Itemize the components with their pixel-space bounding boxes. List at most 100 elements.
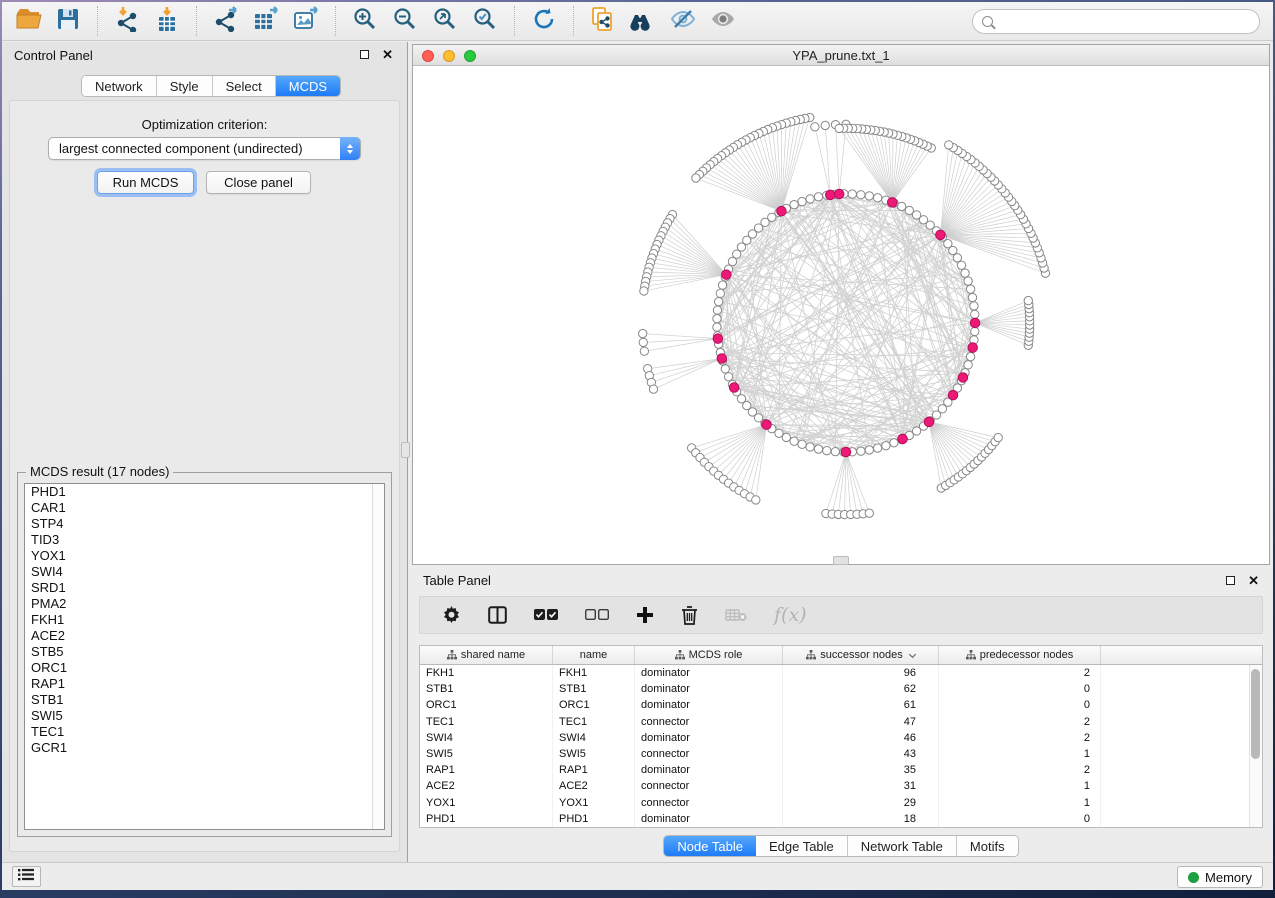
mcds-result-item[interactable]: ACE2 xyxy=(25,628,384,644)
zoom-in-button[interactable] xyxy=(345,5,385,37)
new-network-from-selection-button[interactable] xyxy=(583,5,623,37)
zoom-fit-button[interactable] xyxy=(425,5,465,37)
tab-select[interactable]: Select xyxy=(213,76,276,96)
mcds-result-item[interactable]: ORC1 xyxy=(25,660,384,676)
cell: STB1 xyxy=(553,681,635,697)
mcds-result-item[interactable]: SWI5 xyxy=(25,708,384,724)
select-all-rows-icon[interactable] xyxy=(534,609,558,621)
table-row[interactable]: RAP1RAP1dominator352 xyxy=(420,762,1262,778)
mcds-result-item[interactable]: STB5 xyxy=(25,644,384,660)
table-row[interactable]: ORC1ORC1dominator610 xyxy=(420,697,1262,713)
cell: dominator xyxy=(635,762,783,778)
cell: 2 xyxy=(939,730,1101,746)
column-header-successor-nodes[interactable]: successor nodes xyxy=(783,646,939,664)
table-row[interactable]: ACE2ACE2connector311 xyxy=(420,778,1262,794)
deselect-all-rows-icon[interactable] xyxy=(585,609,609,621)
delete-table-icon[interactable] xyxy=(725,608,747,622)
table-row[interactable]: FKH1FKH1dominator962 xyxy=(420,665,1262,681)
column-view-icon[interactable] xyxy=(488,606,507,624)
open-file-button[interactable] xyxy=(8,5,48,37)
mcds-result-item[interactable]: SWI4 xyxy=(25,564,384,580)
network-view-window: YPA_prune.txt_1 xyxy=(412,44,1270,565)
network-canvas[interactable] xyxy=(413,66,1269,564)
mcds-result-item[interactable]: TID3 xyxy=(25,532,384,548)
search-icon xyxy=(982,16,993,27)
zoom-out-button[interactable] xyxy=(385,5,425,37)
zoom-selected-button[interactable] xyxy=(465,5,505,37)
add-column-icon[interactable] xyxy=(636,606,654,624)
column-header-name[interactable]: name xyxy=(553,646,635,664)
mcds-result-item[interactable]: FKH1 xyxy=(25,612,384,628)
table-tab-node-table[interactable]: Node Table xyxy=(664,836,756,856)
export-table-icon xyxy=(253,6,280,37)
cell: 96 xyxy=(783,665,939,681)
tab-style[interactable]: Style xyxy=(157,76,213,96)
mcds-list-scrollbar[interactable] xyxy=(372,484,384,829)
run-mcds-button[interactable]: Run MCDS xyxy=(97,171,194,194)
mcds-result-item[interactable]: PMA2 xyxy=(25,596,384,612)
mcds-result-item[interactable]: PHD1 xyxy=(25,484,384,500)
table-row[interactable]: STB1STB1dominator620 xyxy=(420,681,1262,697)
import-network-button[interactable] xyxy=(107,5,147,37)
hide-selected-button[interactable] xyxy=(663,5,703,37)
export-network-button[interactable] xyxy=(206,5,246,37)
cell: 2 xyxy=(939,665,1101,681)
mcds-result-item[interactable]: STB1 xyxy=(25,692,384,708)
mcds-result-item[interactable]: RAP1 xyxy=(25,676,384,692)
first-neighbors-button[interactable] xyxy=(623,5,663,37)
cell: ORC1 xyxy=(420,697,553,713)
save-button[interactable] xyxy=(48,5,88,37)
float-table-panel-icon[interactable] xyxy=(1226,576,1235,585)
table-scrollbar[interactable] xyxy=(1249,665,1262,827)
tab-network[interactable]: Network xyxy=(82,76,157,96)
memory-button[interactable]: Memory xyxy=(1177,866,1263,888)
mcds-result-item[interactable]: GCR1 xyxy=(25,740,384,756)
column-header-shared-name[interactable]: shared name xyxy=(420,646,553,664)
table-row[interactable]: TEC1TEC1connector472 xyxy=(420,714,1262,730)
open-file-icon xyxy=(15,7,42,36)
export-table-button[interactable] xyxy=(246,5,286,37)
maximize-window-icon[interactable] xyxy=(464,50,476,62)
close-table-panel-icon[interactable]: ✕ xyxy=(1248,576,1259,585)
table-row[interactable]: SWI5SWI5connector431 xyxy=(420,746,1262,762)
float-panel-icon[interactable] xyxy=(360,50,369,59)
column-header-MCDS-role[interactable]: MCDS role xyxy=(635,646,783,664)
export-image-button[interactable] xyxy=(286,5,326,37)
tab-mcds[interactable]: MCDS xyxy=(276,76,340,96)
table-row[interactable]: YOX1YOX1connector291 xyxy=(420,795,1262,811)
table-tab-motifs[interactable]: Motifs xyxy=(957,836,1018,856)
mcds-result-item[interactable]: TEC1 xyxy=(25,724,384,740)
search-input[interactable] xyxy=(998,12,1259,32)
refresh-layout-button[interactable] xyxy=(524,5,564,37)
table-row[interactable]: PHD1PHD1dominator180 xyxy=(420,811,1262,827)
task-history-button[interactable] xyxy=(12,866,41,887)
horizontal-splitter-grip[interactable] xyxy=(833,556,849,565)
table-settings-gear-icon[interactable] xyxy=(442,606,461,625)
close-panel-icon[interactable]: ✕ xyxy=(382,50,393,59)
show-all-button[interactable] xyxy=(703,5,743,37)
table-scrollbar-thumb[interactable] xyxy=(1251,669,1260,759)
table-tab-edge-table[interactable]: Edge Table xyxy=(756,836,848,856)
column-header-predecessor-nodes[interactable]: predecessor nodes xyxy=(939,646,1101,664)
import-table-button[interactable] xyxy=(147,5,187,37)
close-window-icon[interactable] xyxy=(422,50,434,62)
cell: 1 xyxy=(939,746,1101,762)
network-window-titlebar[interactable]: YPA_prune.txt_1 xyxy=(413,45,1269,66)
zoom-fit-icon xyxy=(432,6,458,37)
criterion-select[interactable]: largest connected component (undirected) xyxy=(48,137,361,160)
table-row[interactable]: SWI4SWI4dominator462 xyxy=(420,730,1262,746)
search-field[interactable] xyxy=(972,9,1260,34)
run-mcds-label: Run MCDS xyxy=(113,175,179,190)
table-tab-network-table[interactable]: Network Table xyxy=(848,836,957,856)
delete-icon[interactable] xyxy=(681,606,698,625)
cell: SWI5 xyxy=(420,746,553,762)
mcds-result-item[interactable]: YOX1 xyxy=(25,548,384,564)
minimize-window-icon[interactable] xyxy=(443,50,455,62)
function-builder-icon[interactable]: f(x) xyxy=(774,604,807,626)
close-panel-button[interactable]: Close panel xyxy=(206,171,311,194)
mcds-result-item[interactable]: STP4 xyxy=(25,516,384,532)
cell: 35 xyxy=(783,762,939,778)
mcds-result-item[interactable]: CAR1 xyxy=(25,500,384,516)
mcds-result-item[interactable]: SRD1 xyxy=(25,580,384,596)
close-panel-label: Close panel xyxy=(224,175,293,190)
